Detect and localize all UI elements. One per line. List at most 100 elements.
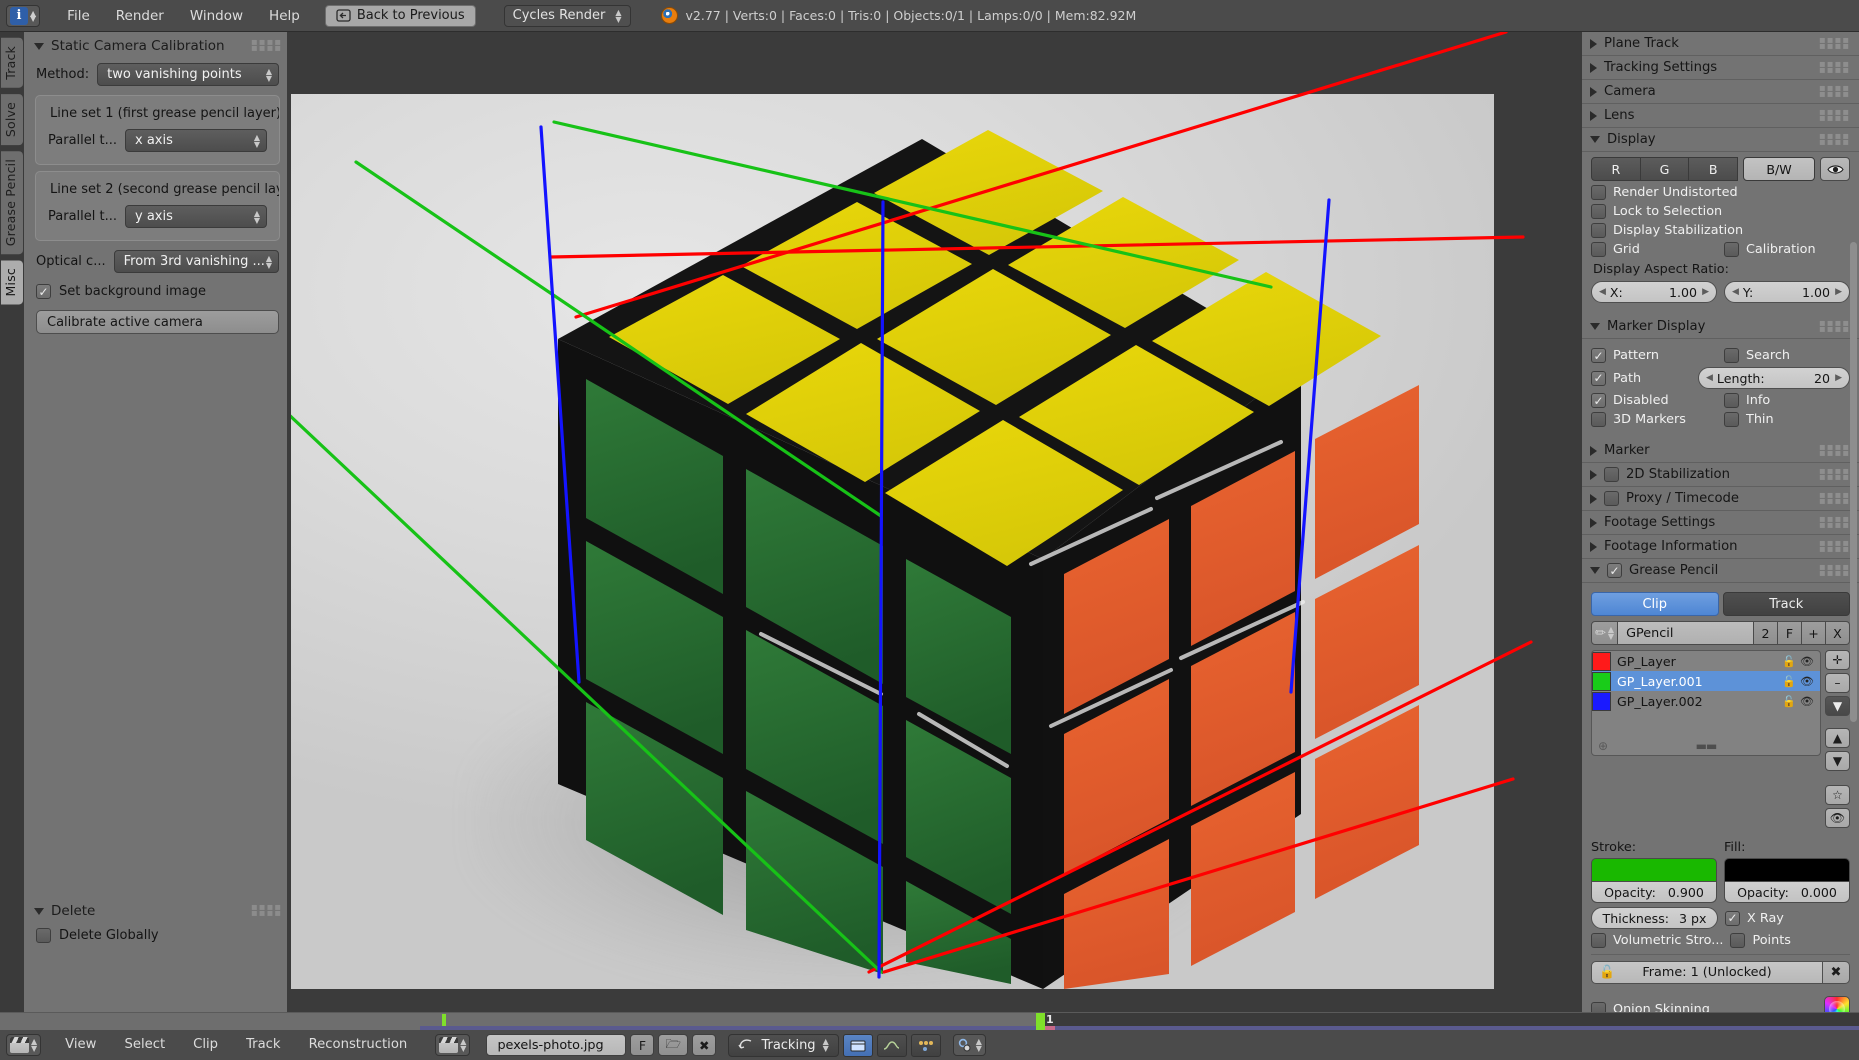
panel-header-display[interactable]: Display ▪▪▪▪ ▪▪▪▪	[1582, 128, 1859, 152]
expand-list-icon[interactable]: ⊕	[1598, 739, 1608, 753]
calibrate-active-camera-button[interactable]: Calibrate active camera	[36, 310, 279, 334]
grease-pencil-checkbox[interactable]: ✓	[1607, 563, 1622, 578]
optical-center-dropdown[interactable]: From 3rd vanishing ... ▲ ▼	[113, 250, 279, 273]
timeline-playhead[interactable]	[1036, 1013, 1045, 1031]
chevron-left-icon[interactable]: ◀	[1599, 287, 1606, 297]
editor-mode-selector[interactable]: Tracking ▲ ▼	[728, 1033, 839, 1057]
move-layer-up-button[interactable]: ▲	[1825, 728, 1850, 748]
proxy-timecode-checkbox[interactable]	[1604, 491, 1619, 506]
xray-cell[interactable]: ✓ X Ray	[1725, 910, 1850, 926]
panel-header-delete[interactable]: Delete ▪▪▪▪ ▪▪▪▪	[24, 897, 291, 925]
dopesheet-view-icon[interactable]	[910, 1033, 941, 1057]
graph-view-icon[interactable]	[876, 1033, 907, 1057]
gp-users-count[interactable]: 2	[1754, 621, 1778, 645]
path-length-field[interactable]: ◀ Length: 20 ▶	[1698, 367, 1850, 389]
grid-checkbox[interactable]	[1591, 242, 1606, 257]
back-to-previous-button[interactable]: Back to Previous	[324, 4, 476, 27]
eye-icon[interactable]: 👁	[1798, 695, 1816, 708]
chevron-right-icon[interactable]: ▶	[1702, 287, 1709, 297]
layer-specials-button[interactable]: ▼	[1825, 696, 1850, 716]
clip-name-field[interactable]: pexels-photo.jpg	[486, 1034, 627, 1056]
points-cell[interactable]: Points	[1730, 933, 1850, 948]
right-panel-scrollbar[interactable]	[1850, 242, 1857, 722]
star-icon[interactable]: ☆	[1825, 785, 1850, 805]
x-icon[interactable]: ✖	[691, 1034, 717, 1056]
gp-source-tab-clip[interactable]: Clip	[1591, 592, 1719, 616]
table-row[interactable]: GP_Layer 🔓 👁	[1592, 651, 1820, 671]
menu-reconstruction[interactable]: Reconstruction	[295, 1033, 422, 1057]
panel-header-2d-stabilization[interactable]: 2D Stabilization ▪▪▪▪ ▪▪▪▪	[1582, 463, 1859, 487]
delete-globally-checkbox[interactable]	[36, 928, 51, 943]
line-set-2-axis-dropdown[interactable]: y axis ▲ ▼	[125, 205, 267, 228]
clip-browse-button[interactable]: ▲ ▼	[435, 1034, 471, 1056]
aspect-x-field[interactable]: ◀ X: 1.00 ▶	[1591, 281, 1717, 303]
eye-icon[interactable]: 👁	[1798, 655, 1816, 668]
thickness-field[interactable]: Thickness: 3 px	[1591, 907, 1718, 929]
calibration-cell[interactable]: Calibration	[1724, 242, 1850, 257]
unlock-icon[interactable]: 🔓	[1780, 675, 1798, 688]
clip-view-icon[interactable]	[842, 1033, 873, 1057]
layer-color-swatch[interactable]	[1592, 651, 1611, 671]
table-row[interactable]: GP_Layer.002 🔓 👁	[1592, 691, 1820, 711]
movie-clip-editor-view[interactable]	[291, 32, 1582, 1028]
pattern-cell[interactable]: ✓ Pattern	[1591, 348, 1717, 363]
chevron-left-icon[interactable]: ◀	[1706, 373, 1713, 383]
channel-r-button[interactable]: R	[1591, 157, 1641, 181]
display-stabilization-row[interactable]: Display Stabilization	[1591, 223, 1850, 238]
render-undistorted-row[interactable]: Render Undistorted	[1591, 185, 1850, 200]
gp-source-tab-track[interactable]: Track	[1722, 592, 1850, 616]
stroke-color-swatch[interactable]	[1591, 858, 1717, 882]
fill-opacity-field[interactable]: Opacity: 0.000	[1724, 882, 1850, 903]
lock-to-selection-checkbox[interactable]	[1591, 204, 1606, 219]
unlock-icon[interactable]: 🔓	[1780, 655, 1798, 668]
channel-b-button[interactable]: B	[1689, 157, 1739, 181]
markers-3d-checkbox[interactable]	[1591, 412, 1606, 427]
chevron-right-icon[interactable]: ▶	[1835, 287, 1842, 297]
add-layer-button[interactable]: ✛	[1825, 650, 1850, 670]
unlock-icon[interactable]: 🔓	[1780, 695, 1798, 708]
delete-frame-button[interactable]: ✖	[1823, 961, 1850, 984]
menu-clip[interactable]: Clip	[179, 1033, 232, 1057]
eye-icon[interactable]: 👁	[1798, 675, 1816, 688]
delete-globally-row[interactable]: Delete Globally	[24, 925, 291, 946]
layer-color-swatch[interactable]	[1592, 671, 1611, 691]
gp-add-button[interactable]: +	[1802, 621, 1826, 645]
panel-header-plane-track[interactable]: Plane Track ▪▪▪▪ ▪▪▪▪	[1582, 32, 1859, 56]
tab-misc[interactable]: Misc	[1, 260, 23, 305]
folder-icon[interactable]: 🗁	[658, 1034, 688, 1056]
info-checkbox[interactable]	[1724, 393, 1739, 408]
calibration-checkbox[interactable]	[1724, 242, 1739, 257]
menu-window[interactable]: Window	[177, 4, 256, 28]
panel-header-lens[interactable]: Lens ▪▪▪▪ ▪▪▪▪	[1582, 104, 1859, 128]
disabled-cell[interactable]: ✓ Disabled	[1591, 393, 1717, 408]
thin-cell[interactable]: Thin	[1724, 412, 1850, 427]
remove-layer-button[interactable]: –	[1825, 673, 1850, 693]
layer-color-swatch[interactable]	[1592, 691, 1611, 711]
volumetric-cell[interactable]: Volumetric Stro...	[1591, 933, 1723, 948]
panel-header-grease-pencil[interactable]: ✓ Grease Pencil ▪▪▪▪ ▪▪▪▪	[1582, 559, 1859, 583]
display-stabilization-checkbox[interactable]	[1591, 223, 1606, 238]
gp-fake-user-button[interactable]: F	[1778, 621, 1802, 645]
tab-solve[interactable]: Solve	[1, 93, 23, 145]
eye-icon[interactable]: 👁	[1825, 808, 1850, 828]
panel-header-tracking-settings[interactable]: Tracking Settings ▪▪▪▪ ▪▪▪▪	[1582, 56, 1859, 80]
render-engine-selector[interactable]: Cycles Render ▲ ▼	[503, 4, 631, 27]
move-layer-down-button[interactable]: ▼	[1825, 751, 1850, 771]
path-checkbox[interactable]: ✓	[1591, 370, 1606, 386]
menu-track[interactable]: Track	[232, 1033, 295, 1057]
chevron-right-icon[interactable]: ▶	[1835, 373, 1842, 383]
info-cell[interactable]: Info	[1724, 393, 1850, 408]
chevron-left-icon[interactable]: ◀	[1732, 287, 1739, 297]
pattern-checkbox[interactable]: ✓	[1591, 348, 1606, 363]
thin-checkbox[interactable]	[1724, 412, 1739, 427]
pivot-selector[interactable]: ▲ ▼	[952, 1034, 986, 1056]
right-properties-region[interactable]: Plane Track ▪▪▪▪ ▪▪▪▪ Tracking Settings ▪…	[1582, 32, 1859, 1028]
search-checkbox[interactable]	[1724, 348, 1739, 363]
menu-view[interactable]: View	[51, 1033, 110, 1057]
panel-header-static-camera-calibration[interactable]: Static Camera Calibration ▪▪▪▪ ▪▪▪▪	[24, 32, 291, 60]
panel-header-footage-settings[interactable]: Footage Settings ▪▪▪▪ ▪▪▪▪	[1582, 511, 1859, 535]
channel-g-button[interactable]: G	[1640, 157, 1690, 181]
frame-lock-button[interactable]: 🔓 Frame: 1 (Unlocked)	[1591, 961, 1823, 984]
panel-header-camera[interactable]: Camera ▪▪▪▪ ▪▪▪▪	[1582, 80, 1859, 104]
aspect-y-field[interactable]: ◀ Y: 1.00 ▶	[1724, 281, 1850, 303]
